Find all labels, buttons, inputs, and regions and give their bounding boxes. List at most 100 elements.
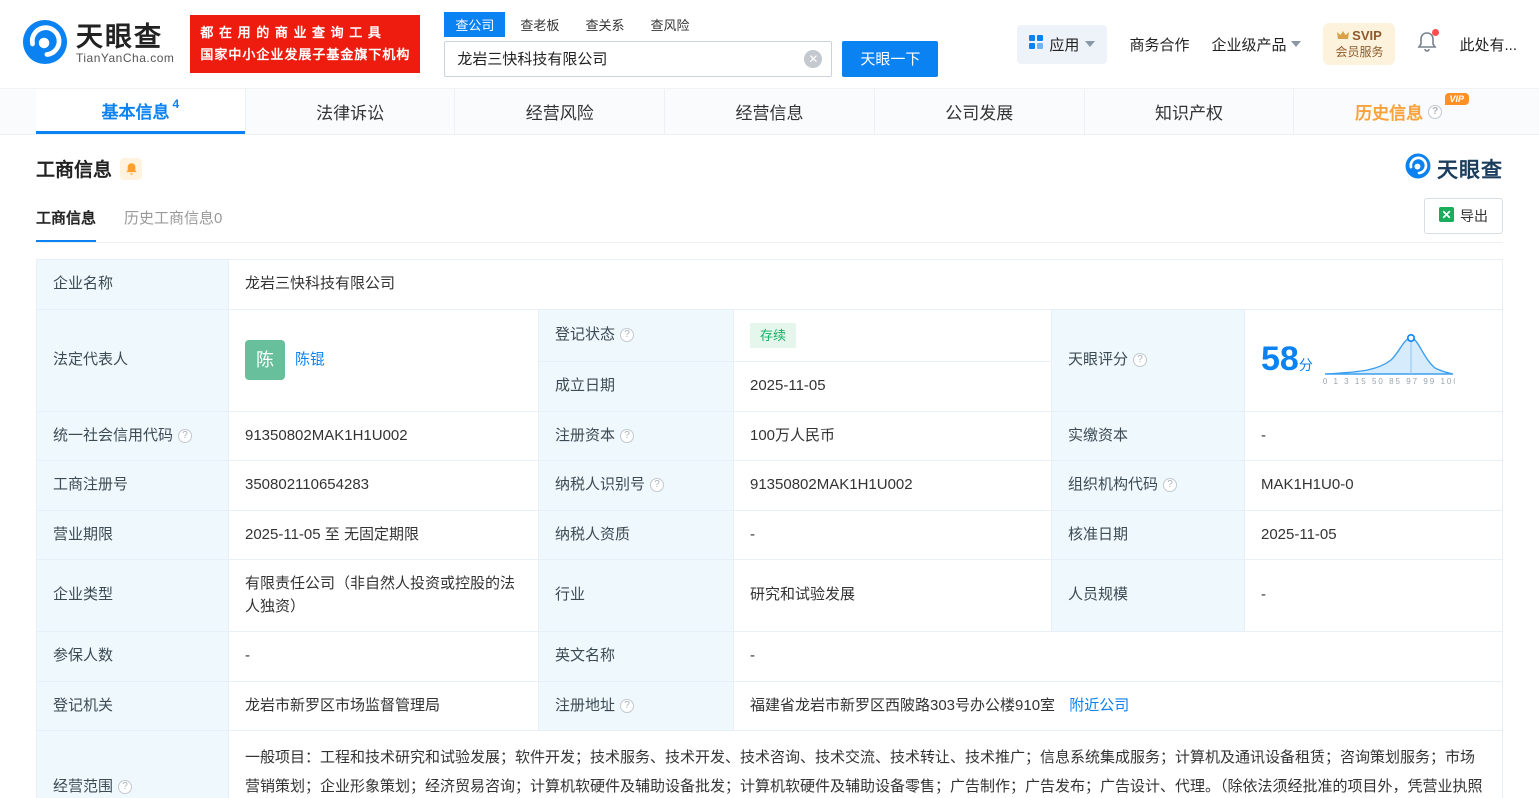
question-circle-icon[interactable]: ? xyxy=(1133,353,1148,367)
section-watermark-text: 天眼查 xyxy=(1437,158,1503,182)
enterprise-products-link[interactable]: 企业级产品 xyxy=(1211,34,1302,55)
search-tabs: 查公司 查老板 查关系 查风险 xyxy=(444,11,938,37)
biz-term-value: 2025-11-05 至 无固定期限 xyxy=(228,509,539,560)
promo-banner: 都 在 用 的 商 业 查 询 工 具 国家中小企业发展子基金旗下机构 xyxy=(190,14,421,74)
question-circle-icon[interactable]: ? xyxy=(620,698,635,713)
question-circle-icon[interactable]: ? xyxy=(1163,478,1178,493)
tab-business-info[interactable]: 经营信息 xyxy=(664,89,874,134)
status-badge: 存续 xyxy=(750,322,797,348)
svip-member-badge[interactable]: SVIP 会员服务 xyxy=(1323,23,1396,65)
field-label: 参保人数 xyxy=(36,631,229,682)
tab-legal-proceedings[interactable]: 法律诉讼 xyxy=(244,89,455,134)
table-row: 统一社会信用代码? 91350802MAK1H1U002 注册资本? 100万人… xyxy=(36,410,1503,461)
business-cooperation-link[interactable]: 商务合作 xyxy=(1129,34,1189,55)
field-label: 登记机关 xyxy=(36,680,229,731)
question-circle-icon[interactable]: ? xyxy=(620,428,635,443)
score-value: 58 xyxy=(1261,340,1299,379)
field-label: 成立日期 xyxy=(538,361,734,412)
main-content: 工商信息 天眼查 工商信息 历史工商信息0 导出 企业名称 龙岩三快科技有限公司… xyxy=(0,135,1539,798)
field-label: 营业期限 xyxy=(36,509,229,560)
score-axis-ticks: 0 1 3 15 50 85 97 99 100 xyxy=(1322,377,1455,386)
org-code-value: MAK1H1U0-0 xyxy=(1244,460,1503,511)
insured-value: - xyxy=(228,631,539,682)
taxpayer-id-value: 91350802MAK1H1U002 xyxy=(733,460,1052,511)
table-row: 企业名称 龙岩三快科技有限公司 xyxy=(36,259,1503,310)
excel-icon xyxy=(1439,207,1454,225)
tab-intellectual-property[interactable]: 知识产权 xyxy=(1083,89,1294,134)
table-row: 企业类型 有限责任公司（非自然人投资或控股的法人独资） 行业 研究和试验发展 人… xyxy=(36,559,1503,632)
tianyancha-logo[interactable]: 天眼查 TianYanCha.com xyxy=(22,19,174,70)
top-header: 天眼查 TianYanCha.com 都 在 用 的 商 业 查 询 工 具 国… xyxy=(0,0,1539,88)
promo-line2: 国家中小企业发展子基金旗下机构 xyxy=(200,47,411,62)
staff-size-value: - xyxy=(1244,559,1503,632)
notification-dot xyxy=(1432,28,1440,36)
subtab-history-registration[interactable]: 历史工商信息0 xyxy=(124,207,222,242)
search-tab-boss[interactable]: 查老板 xyxy=(509,12,570,37)
subtab-business-registration[interactable]: 工商信息 xyxy=(36,207,97,242)
score-cell: 58分 0 1 3 15 50 85 97 99 100 xyxy=(1244,308,1503,412)
score-curve-chart: 0 1 3 15 50 85 97 99 100 xyxy=(1323,332,1455,388)
promo-line1: 都 在 用 的 商 业 查 询 工 具 xyxy=(200,24,382,40)
business-registration-table: 企业名称 龙岩三快科技有限公司 法定代表人 陈 陈锟 登记状态? 存续 天眼评分… xyxy=(36,259,1503,798)
chevron-down-icon xyxy=(1085,41,1096,47)
legal-rep-cell: 陈 陈锟 xyxy=(228,308,539,412)
field-label: 纳税人识别号? xyxy=(538,460,734,511)
tab-business-info-label: 经营信息 xyxy=(735,104,804,123)
tab-operational-risk[interactable]: 经营风险 xyxy=(454,89,664,134)
field-label: 纳税人资质 xyxy=(538,509,734,560)
table-row: 法定代表人 陈 陈锟 登记状态? 存续 天眼评分? 58分 0 1 3 15 5… xyxy=(36,308,1503,412)
search-button[interactable]: 天眼一下 xyxy=(842,40,939,77)
header-more-text[interactable]: 此处有... xyxy=(1459,34,1517,55)
legal-rep-avatar[interactable]: 陈 xyxy=(245,340,285,380)
paid-capital-value: - xyxy=(1244,410,1503,461)
field-label: 英文名称 xyxy=(538,631,734,682)
nearby-companies-link[interactable]: 附近公司 xyxy=(1069,697,1129,714)
approval-date-value: 2025-11-05 xyxy=(1244,509,1503,560)
field-label: 注册地址? xyxy=(538,680,734,731)
company-type-value: 有限责任公司（非自然人投资或控股的法人独资） xyxy=(228,559,539,632)
notification-bell-icon[interactable] xyxy=(1417,28,1440,58)
apps-menu-button[interactable]: 应用 xyxy=(1017,24,1108,64)
search-input[interactable] xyxy=(444,40,833,77)
address-value: 福建省龙岩市新罗区西陂路303号办公楼910室 xyxy=(750,696,1056,714)
export-button[interactable]: 导出 xyxy=(1424,198,1503,234)
reg-capital-value: 100万人民币 xyxy=(733,410,1052,461)
question-circle-icon[interactable]: ? xyxy=(178,428,193,443)
field-label: 实缴资本 xyxy=(1051,410,1245,461)
tab-basic-info-count: 4 xyxy=(172,97,180,111)
question-circle-icon[interactable]: ? xyxy=(118,779,133,794)
taxpayer-quality-value: - xyxy=(733,509,1052,560)
search-tab-risk[interactable]: 查风险 xyxy=(639,12,700,37)
svip-label: SVIP xyxy=(1352,28,1382,44)
tab-basic-info[interactable]: 基本信息 4 xyxy=(36,89,245,134)
header-right-nav: 应用 商务合作 企业级产品 SVIP 会员服务 此处有... xyxy=(1017,23,1517,65)
field-label: 工商注册号 xyxy=(36,460,229,511)
question-circle-icon[interactable]: ? xyxy=(620,328,635,343)
subscribe-bell-icon[interactable] xyxy=(120,157,143,180)
question-circle-icon[interactable]: ? xyxy=(650,478,665,493)
svip-sub-label: 会员服务 xyxy=(1335,44,1384,59)
field-label: 登记状态? xyxy=(538,308,734,362)
reg-status-cell: 存续 xyxy=(733,308,1052,362)
tab-history-info-label: 历史信息 xyxy=(1355,104,1424,123)
company-section-tabs: 基本信息 4 法律诉讼 经营风险 经营信息 公司发展 知识产权 历史信息 ? V… xyxy=(0,88,1539,135)
table-row: 营业期限 2025-11-05 至 无固定期限 纳税人资质 - 核准日期 202… xyxy=(36,509,1503,560)
industry-value: 研究和试验发展 xyxy=(733,559,1052,632)
section-watermark-logo: 天眼查 xyxy=(1405,153,1503,184)
company-name-value: 龙岩三快科技有限公司 xyxy=(228,259,1503,310)
tab-company-development-label: 公司发展 xyxy=(945,104,1014,123)
address-cell: 福建省龙岩市新罗区西陂路303号办公楼910室 附近公司 xyxy=(733,680,1503,731)
question-circle-icon[interactable]: ? xyxy=(1428,104,1443,119)
field-label: 组织机构代码? xyxy=(1051,460,1245,511)
tab-legal-proceedings-label: 法律诉讼 xyxy=(316,104,385,123)
tab-company-development[interactable]: 公司发展 xyxy=(873,89,1084,134)
tab-history-info[interactable]: 历史信息 ? VIP xyxy=(1293,89,1503,134)
search-tab-company[interactable]: 查公司 xyxy=(444,11,506,37)
enterprise-products-label: 企业级产品 xyxy=(1211,36,1287,54)
field-label: 人员规模 xyxy=(1051,559,1245,632)
search-clear-icon[interactable]: ✕ xyxy=(804,49,823,68)
legal-rep-link[interactable]: 陈锟 xyxy=(295,349,325,372)
search-tab-relation[interactable]: 查关系 xyxy=(574,12,635,37)
section-title: 工商信息 xyxy=(36,160,113,181)
crown-icon xyxy=(1337,28,1350,44)
